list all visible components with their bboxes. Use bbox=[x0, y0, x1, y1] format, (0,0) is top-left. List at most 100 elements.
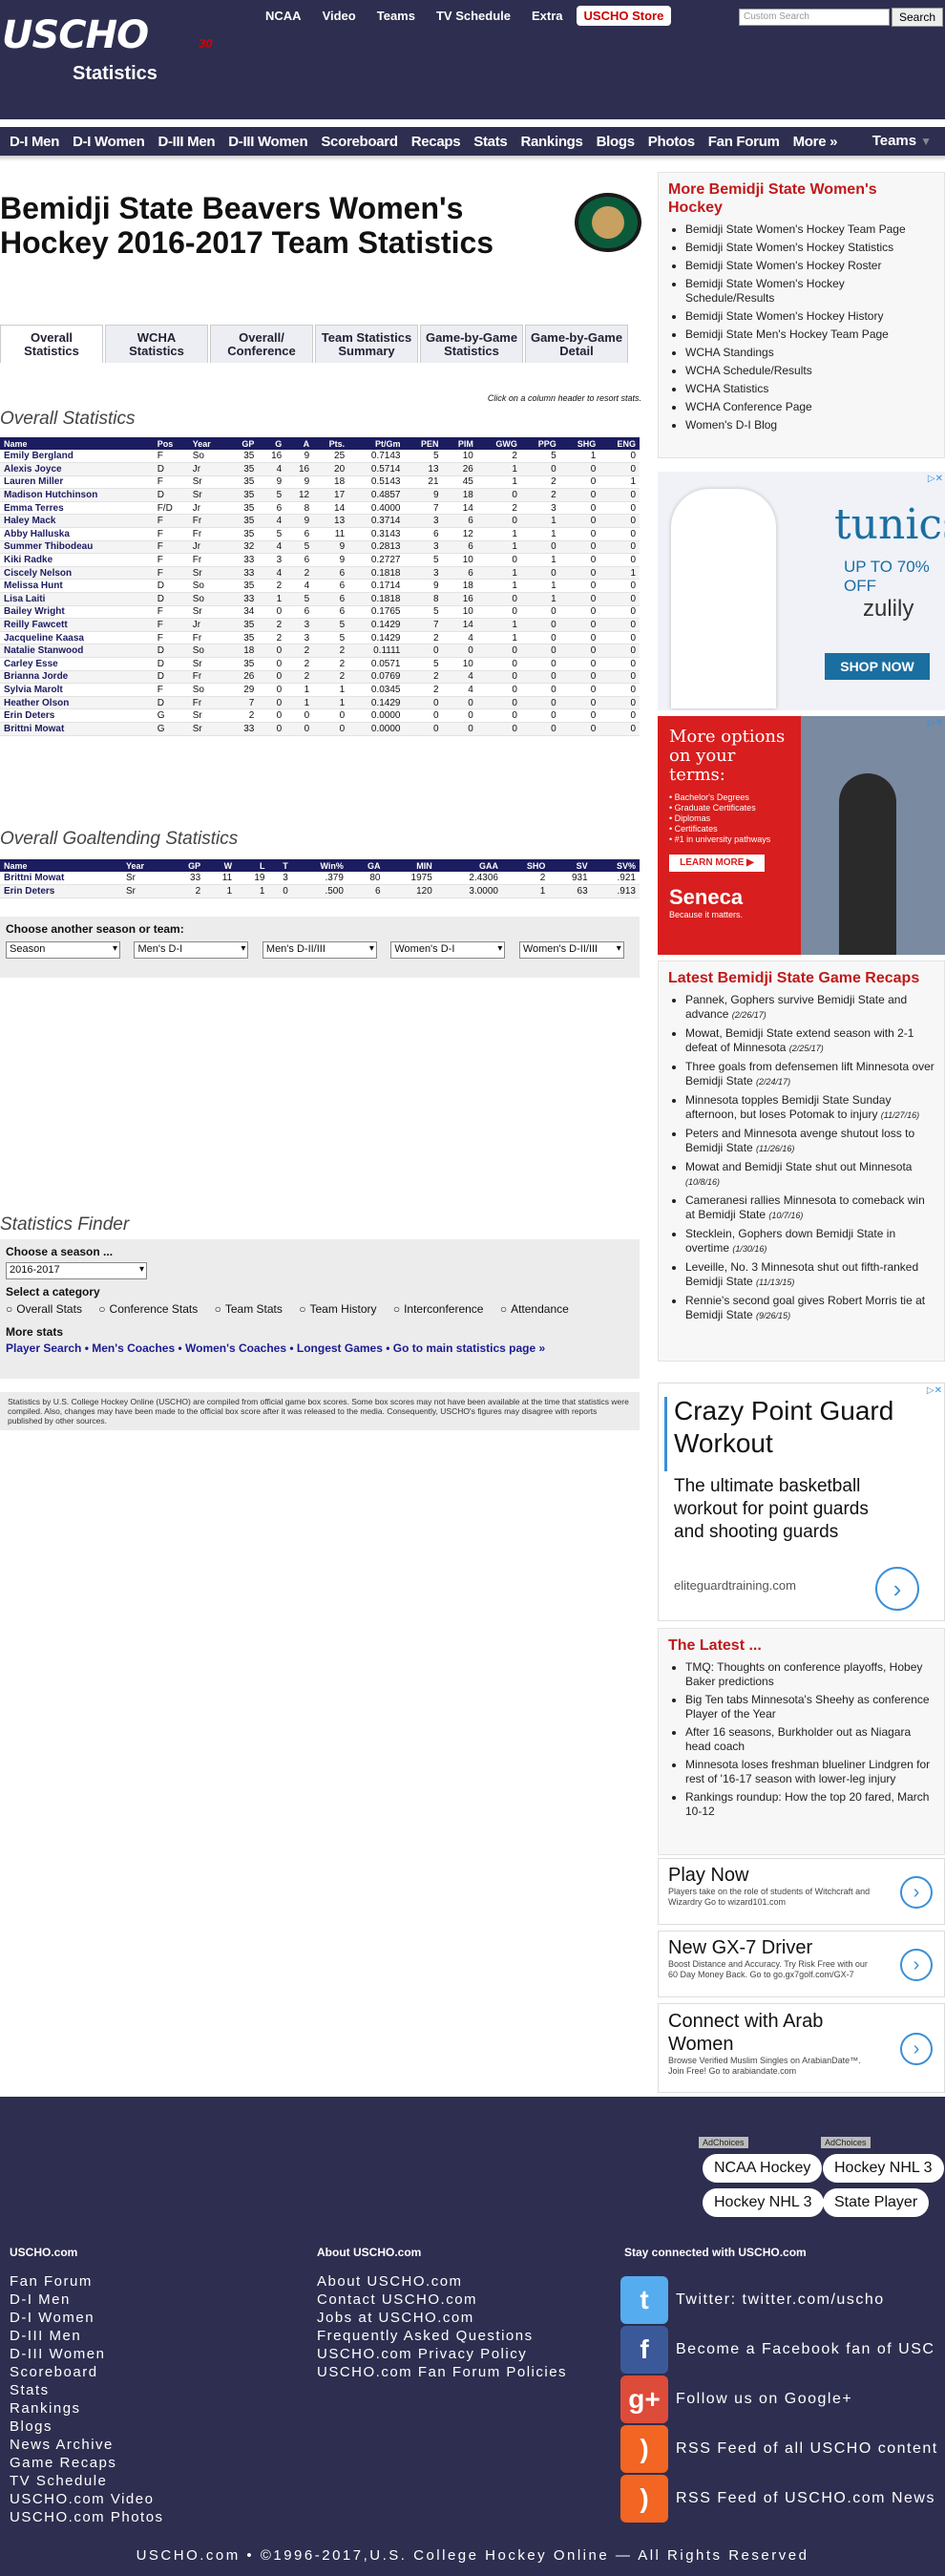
tab-team-statistics-summary[interactable]: Team Statistics Summary bbox=[315, 325, 418, 363]
latest-news-item[interactable]: After 16 seasons, Burkholder out as Niag… bbox=[685, 1725, 934, 1754]
season-select[interactable]: Season bbox=[6, 941, 120, 959]
recap-item[interactable]: Cameranesi rallies Minnesota to comeback… bbox=[685, 1193, 934, 1223]
column-header[interactable]: Win% bbox=[291, 859, 347, 872]
recap-item[interactable]: Mowat and Bemidji State shut out Minneso… bbox=[685, 1160, 934, 1190]
latest-news-item[interactable]: Minnesota loses freshman blueliner Lindg… bbox=[685, 1758, 934, 1786]
ad-crazy-point-guard[interactable]: Crazy Point Guard Workout The ultimate b… bbox=[658, 1383, 945, 1621]
site-logo[interactable]: USCHO bbox=[2, 13, 149, 57]
player-name-link[interactable]: Erin Deters bbox=[0, 708, 154, 723]
footer-link[interactable]: News Archive bbox=[10, 2436, 164, 2454]
column-header[interactable]: ENG bbox=[599, 437, 640, 450]
topnav-video[interactable]: Video bbox=[315, 6, 364, 26]
player-name-link[interactable]: Sylvia Marolt bbox=[0, 683, 154, 697]
recap-item[interactable]: Minnesota topples Bemidji State Sunday a… bbox=[685, 1093, 934, 1123]
recap-item[interactable]: Three goals from defensemen lift Minneso… bbox=[685, 1060, 934, 1089]
tab-game-by-game-statistics[interactable]: Game-by-Game Statistics bbox=[420, 325, 523, 363]
recap-item[interactable]: Mowat, Bemidji State extend season with … bbox=[685, 1026, 934, 1056]
column-header[interactable]: PEN bbox=[404, 437, 443, 450]
nav-diii-men[interactable]: D-III Men bbox=[158, 134, 215, 150]
player-name-link[interactable]: Emily Bergland bbox=[0, 450, 154, 464]
latest-news-item[interactable]: Rankings roundup: How the top 20 fared, … bbox=[685, 1790, 934, 1819]
nav-fan-forum[interactable]: Fan Forum bbox=[708, 134, 780, 150]
sidebar-link[interactable]: WCHA Conference Page bbox=[685, 400, 934, 414]
column-header[interactable]: Pos bbox=[153, 437, 189, 450]
footer-link[interactable]: D-I Women bbox=[10, 2309, 164, 2327]
radio-team-history[interactable]: Team History bbox=[299, 1302, 376, 1316]
search-input[interactable]: Custom Search bbox=[739, 9, 890, 26]
footer-link[interactable]: Blogs bbox=[10, 2418, 164, 2436]
social-link[interactable]: ) RSS Feed of all USCHO content bbox=[620, 2425, 938, 2473]
radio-overall-stats[interactable]: Overall Stats bbox=[6, 1302, 82, 1316]
radio-team-stats[interactable]: Team Stats bbox=[215, 1302, 283, 1316]
radio-conference-stats[interactable]: Conference Stats bbox=[98, 1302, 199, 1316]
tab-wcha-statistics[interactable]: WCHA Statistics bbox=[105, 325, 208, 363]
social-link[interactable]: g+ Follow us on Google+ bbox=[620, 2375, 852, 2423]
sidebar-link[interactable]: Women's D-I Blog bbox=[685, 418, 934, 433]
nav-more[interactable]: More » bbox=[793, 134, 838, 150]
radio-interconference[interactable]: Interconference bbox=[393, 1302, 483, 1316]
more-stats-links[interactable]: Player Search • Men's Coaches • Women's … bbox=[6, 1341, 634, 1355]
column-header[interactable]: SV% bbox=[591, 859, 640, 872]
footer-link[interactable]: Jobs at USCHO.com bbox=[317, 2309, 567, 2327]
sidebar-link[interactable]: Bemidji State Women's Hockey Statistics bbox=[685, 241, 934, 255]
ad-arab-women[interactable]: Connect with Arab Women Browse Verified … bbox=[658, 2003, 945, 2093]
chevron-right-icon[interactable]: › bbox=[900, 2033, 933, 2065]
column-header[interactable]: GAA bbox=[435, 859, 502, 872]
chevron-right-icon[interactable]: › bbox=[900, 1949, 933, 1981]
recap-item[interactable]: Leveille, No. 3 Minnesota shut out fifth… bbox=[685, 1260, 934, 1290]
column-header[interactable]: W bbox=[204, 859, 237, 872]
adchoices-badge[interactable]: AdChoices bbox=[821, 2137, 871, 2148]
topnav-teams[interactable]: Teams bbox=[369, 6, 423, 26]
column-header[interactable]: GP bbox=[227, 437, 259, 450]
player-name-link[interactable]: Alexis Joyce bbox=[0, 462, 154, 476]
footer-link[interactable]: USCHO.com Fan Forum Policies bbox=[317, 2363, 567, 2381]
player-name-link[interactable]: Reilly Fawcett bbox=[0, 618, 154, 632]
column-header[interactable]: L bbox=[236, 859, 269, 872]
column-header[interactable]: MIN bbox=[384, 859, 436, 872]
nav-recaps[interactable]: Recaps bbox=[411, 134, 461, 150]
player-name-link[interactable]: Emma Terres bbox=[0, 501, 154, 516]
column-header[interactable]: A bbox=[285, 437, 314, 450]
player-name-link[interactable]: Summer Thibodeau bbox=[0, 540, 154, 555]
nav-stats[interactable]: Stats bbox=[473, 134, 507, 150]
tab-game-by-game-detail[interactable]: Game-by-Game Detail bbox=[525, 325, 628, 363]
column-header[interactable]: PIM bbox=[442, 437, 477, 450]
recap-item[interactable]: Peters and Minnesota avenge shutout loss… bbox=[685, 1127, 934, 1156]
player-name-link[interactable]: Kiki Radke bbox=[0, 553, 154, 567]
adchoices-badge[interactable]: AdChoices bbox=[699, 2137, 748, 2148]
footer-link[interactable]: D-I Men bbox=[10, 2291, 164, 2309]
womens-di-select[interactable]: Women's D-I bbox=[390, 941, 506, 959]
footer-link[interactable]: About USCHO.com bbox=[317, 2272, 567, 2291]
player-name-link[interactable]: Bailey Wright bbox=[0, 605, 154, 620]
footer-link[interactable]: D-III Women bbox=[10, 2345, 164, 2363]
topnav-tv-schedule[interactable]: TV Schedule bbox=[429, 6, 518, 26]
season-dropdown[interactable]: 2016-2017 bbox=[6, 1262, 147, 1279]
column-header[interactable]: GP bbox=[168, 859, 205, 872]
mens-diii-select[interactable]: Men's D-II/III bbox=[262, 941, 377, 959]
topnav-extra[interactable]: Extra bbox=[524, 6, 571, 26]
column-header[interactable]: SHG bbox=[559, 437, 600, 450]
player-name-link[interactable]: Heather Olson bbox=[0, 696, 154, 710]
sidebar-link[interactable]: Bemidji State Women's Hockey Roster bbox=[685, 259, 934, 273]
footer-link[interactable]: Scoreboard bbox=[10, 2363, 164, 2381]
footer-link[interactable]: Contact USCHO.com bbox=[317, 2291, 567, 2309]
column-header[interactable]: T bbox=[268, 859, 292, 872]
column-header[interactable]: Year bbox=[121, 859, 169, 872]
recap-item[interactable]: Pannek, Gophers survive Bemidji State an… bbox=[685, 993, 934, 1023]
nav-di-women[interactable]: D-I Women bbox=[73, 134, 145, 150]
ad-gx7-driver[interactable]: New GX-7 Driver Boost Distance and Accur… bbox=[658, 1931, 945, 1997]
column-header[interactable]: SV bbox=[549, 859, 592, 872]
ad-pill-state-player[interactable]: State Player bbox=[823, 2188, 930, 2217]
social-link[interactable]: ) RSS Feed of USCHO.com News bbox=[620, 2475, 935, 2523]
column-header[interactable]: GWG bbox=[476, 437, 521, 450]
player-name-link[interactable]: Abby Halluska bbox=[0, 527, 154, 541]
player-name-link[interactable]: Melissa Hunt bbox=[0, 579, 154, 594]
player-name-link[interactable]: Madison Hutchinson bbox=[0, 488, 154, 502]
latest-news-item[interactable]: TMQ: Thoughts on conference playoffs, Ho… bbox=[685, 1660, 934, 1689]
sidebar-link[interactable]: Bemidji State Women's Hockey Schedule/Re… bbox=[685, 277, 934, 306]
player-name-link[interactable]: Carley Esse bbox=[0, 657, 154, 671]
ad-seneca[interactable]: More options on your terms: • Bachelor's… bbox=[658, 716, 945, 955]
sidebar-link[interactable]: WCHA Standings bbox=[685, 346, 934, 360]
player-name-link[interactable]: Jacqueline Kaasa bbox=[0, 631, 154, 645]
tab-overall-conference[interactable]: Overall/ Conference bbox=[210, 325, 313, 363]
